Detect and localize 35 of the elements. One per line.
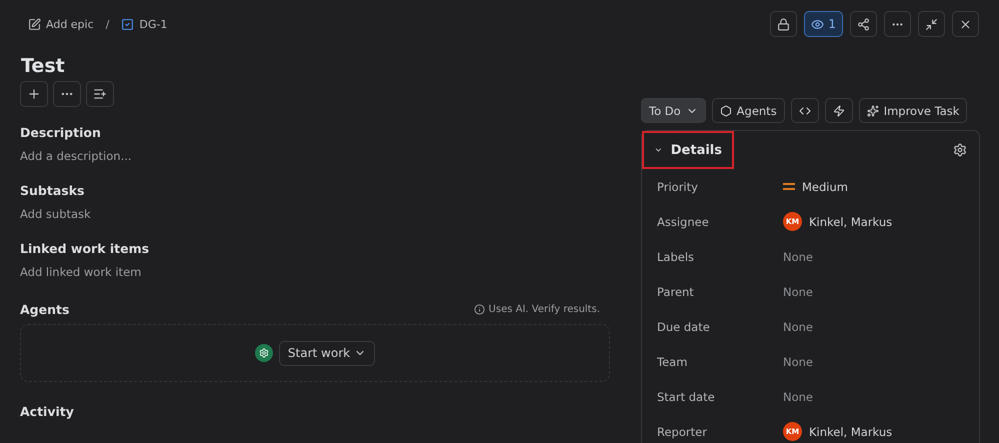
- status-dropdown[interactable]: To Do: [641, 98, 706, 123]
- field-label: Start date: [657, 390, 716, 404]
- field-value[interactable]: Kinkel, Markus: [809, 214, 892, 228]
- ai-note: Uses AI. Verify results.: [488, 304, 600, 315]
- breadcrumb-link[interactable]: Add epic: [28, 18, 94, 30]
- add-link[interactable]: Add subtask: [20, 207, 610, 221]
- field-label: Due date: [657, 320, 711, 334]
- watch-button[interactable]: 1: [804, 11, 843, 37]
- section-heading: Activity: [20, 404, 75, 419]
- add-link[interactable]: Add a description...: [20, 149, 610, 163]
- section-heading: Linked work items: [20, 241, 150, 256]
- field-label: Priority: [657, 180, 699, 194]
- breadcrumb-link[interactable]: DG-1: [121, 18, 168, 30]
- issue-title[interactable]: Test: [21, 55, 610, 77]
- field-value[interactable]: None: [783, 284, 814, 298]
- improve-button[interactable]: Improve Task: [858, 98, 968, 123]
- section-heading: Agents: [20, 302, 70, 317]
- field-value[interactable]: Kinkel, Markus: [809, 424, 892, 438]
- field-value[interactable]: None: [783, 354, 814, 368]
- field-label: Team: [657, 354, 688, 368]
- agents-button[interactable]: Agents: [712, 98, 785, 123]
- field-label: Assignee: [657, 214, 710, 228]
- details-toggle[interactable]: Details: [642, 131, 734, 169]
- section-heading: Subtasks: [20, 183, 86, 198]
- field-label: Reporter: [657, 424, 708, 438]
- field-value[interactable]: None: [783, 390, 814, 404]
- start-work-button[interactable]: Start work: [278, 340, 376, 366]
- field-value[interactable]: None: [783, 320, 814, 334]
- field-value[interactable]: Medium: [802, 180, 848, 194]
- section-heading: Description: [20, 125, 102, 140]
- breadcrumb-separator: /: [106, 18, 110, 30]
- add-link[interactable]: Add linked work item: [20, 265, 610, 279]
- field-label: Parent: [657, 284, 695, 298]
- field-value[interactable]: None: [783, 250, 814, 264]
- field-label: Labels: [657, 250, 696, 264]
